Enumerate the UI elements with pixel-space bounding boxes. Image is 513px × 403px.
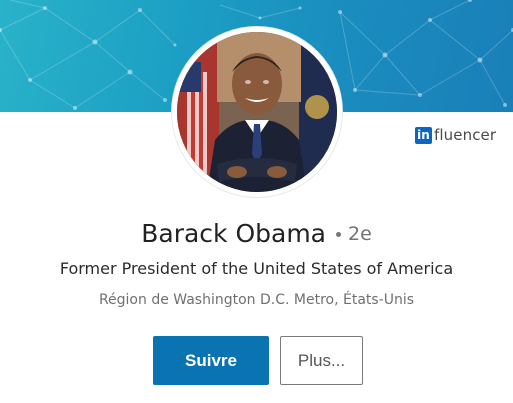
- name-row: Barack Obama 2e: [0, 214, 513, 254]
- profile-avatar[interactable]: [177, 32, 337, 192]
- profile-card: in fluencer Barack Obama 2e Former Presid…: [0, 0, 513, 403]
- connection-degree: 2e: [348, 223, 372, 245]
- profile-location: Région de Washington D.C. Metro, États-U…: [98, 292, 415, 308]
- influencer-badge: in fluencer: [415, 126, 496, 144]
- profile-headline: Former President of the United States of…: [59, 259, 454, 278]
- more-button[interactable]: Plus...: [280, 336, 363, 385]
- separator-dot: [336, 231, 341, 237]
- influencer-badge-icon: in: [415, 126, 432, 144]
- avatar-photo: [177, 32, 337, 192]
- influencer-label: fluencer: [434, 126, 497, 144]
- follow-button[interactable]: Suivre: [153, 336, 269, 385]
- profile-name[interactable]: Barack Obama: [141, 219, 326, 248]
